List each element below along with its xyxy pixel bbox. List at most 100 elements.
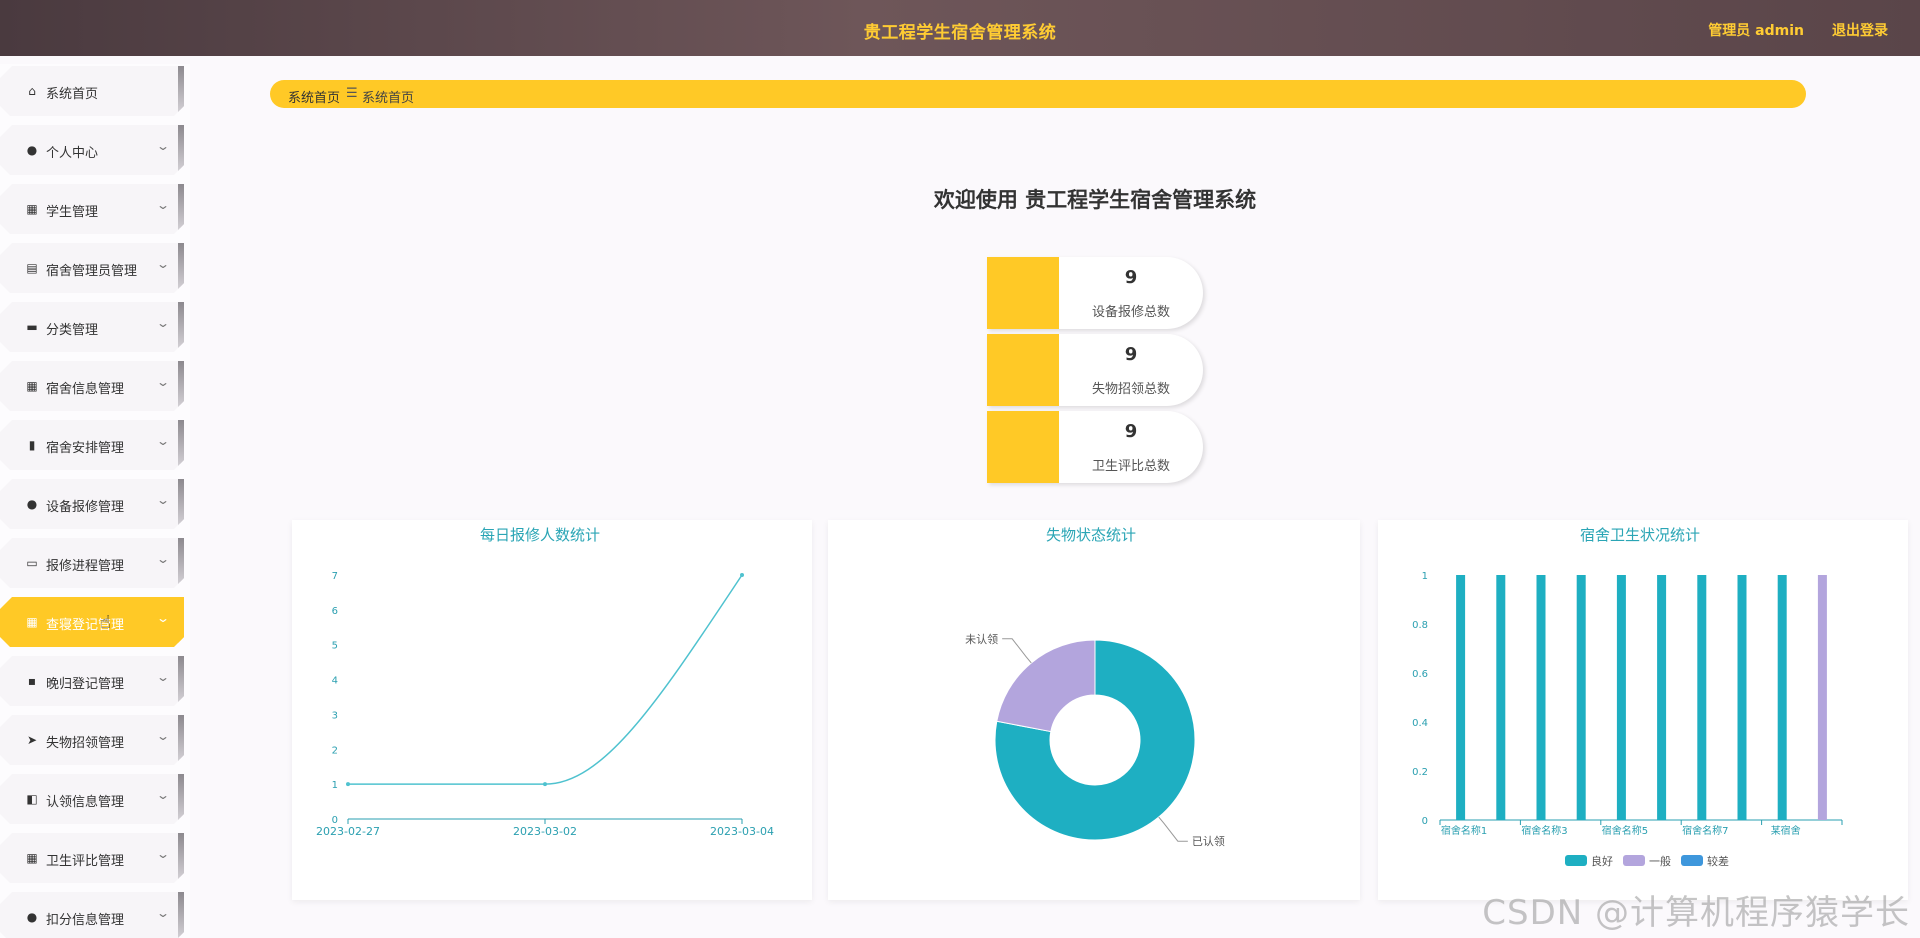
stat-color-block [987, 257, 1059, 329]
sidebar-item-label: 分类管理 [46, 323, 99, 338]
data-point [543, 782, 547, 787]
x-tick-label: 宿舍名称3 [1521, 824, 1567, 837]
chevron-down-icon[interactable]: ⌄ [156, 316, 170, 330]
sidebar-item-label: 宿舍管理员管理 [46, 264, 138, 279]
data-point [346, 782, 350, 787]
bar-良好 [1576, 575, 1586, 820]
bar-良好 [1536, 575, 1546, 820]
watermark: CSDN @计算机程序猿学长 [1482, 893, 1910, 933]
legend-label: 较差 [1707, 854, 1729, 868]
bar-chart: 0 0.2 0.4 0.6 0.8 1 宿舍名称1 宿舍名称3 宿舍名称5 宿舍名称7 某宿舍良好 一… [1412, 571, 1843, 868]
sidebar-item-label: 扣分信息管理 [46, 913, 125, 928]
top-header: 贵工程学生宿舍管理系统 管理员 admin 退出登录 [0, 0, 1920, 56]
sidebar-item-7[interactable]: ● 设备报修管理 ⌄ [0, 479, 184, 529]
y-tick-label: 1 [1422, 571, 1428, 582]
sidebar-item-4[interactable]: ▬ 分类管理 ⌄ [0, 302, 184, 352]
y-tick-label: 7 [332, 571, 338, 582]
chart-title-lost-status: 失物状态统计 [1046, 526, 1137, 544]
sidebar-item-5[interactable]: ▦ 宿舍信息管理 ⌄ [0, 361, 184, 411]
bar-良好 [1657, 575, 1667, 820]
breadcrumb-home-link[interactable]: 系统首页 [288, 87, 340, 106]
sidebar-item-12[interactable]: ◧ 认领信息管理 ⌄ [0, 774, 184, 824]
stat-card-lost-found: 9 失物招领总数 [987, 334, 1203, 406]
user-icon: ● [26, 497, 38, 511]
sidebar-item-1[interactable]: ● 个人中心 ⌄ [0, 125, 184, 175]
y-tick-label: 3 [332, 710, 338, 721]
chevron-down-icon[interactable]: ⌄ [156, 847, 170, 861]
y-tick-label: 6 [332, 606, 338, 617]
sidebar-item-14[interactable]: ● 扣分信息管理 ⌄ [0, 892, 184, 938]
chart-title-daily-repairs: 每日报修人数统计 [480, 526, 601, 544]
chevron-down-icon[interactable]: ⌄ [156, 788, 170, 802]
home-icon: ⌂ [28, 84, 36, 98]
stat-value: 9 [1124, 344, 1138, 365]
sidebar-item-11[interactable]: ➤ 失物招领管理 ⌄ [0, 715, 184, 765]
user-icon: ● [26, 910, 38, 924]
sidebar-item-0[interactable]: ⌂ 系统首页 [0, 66, 184, 116]
sidebar-item-13[interactable]: ▦ 卫生评比管理 ⌄ [0, 833, 184, 883]
y-tick-label: 1 [332, 780, 338, 791]
bar-一般 [1817, 575, 1827, 820]
pie-chart: 已认领 未认领 [965, 633, 1225, 848]
logout-button[interactable]: 退出登录 [1832, 20, 1888, 40]
bar-良好 [1777, 575, 1787, 820]
stat-value: 9 [1124, 267, 1138, 288]
y-tick-label: 0 [1422, 816, 1428, 827]
chevron-down-icon[interactable]: ⌄ [156, 139, 170, 153]
chevron-down-icon[interactable]: ⌄ [156, 729, 170, 743]
y-tick-label: 0.4 [1412, 718, 1428, 729]
sidebar-item-label: 认领信息管理 [46, 795, 125, 810]
legend-label: 一般 [1649, 855, 1671, 868]
send-icon: ➤ [26, 733, 38, 747]
sidebar-item-label: 宿舍安排管理 [46, 441, 125, 456]
stat-card-repairs: 9 设备报修总数 [987, 257, 1203, 329]
legend-swatch [1681, 855, 1703, 866]
sidebar-item-8[interactable]: ▭ 报修进程管理 ⌄ [0, 538, 184, 588]
sidebar-item-9[interactable]: ▦ 查寝登记管理 ⌄ ☝ [0, 597, 184, 647]
chevron-down-icon[interactable]: ⌄ [156, 434, 170, 448]
welcome-heading: 欢迎使用 贵工程学生宿舍管理系统 [933, 188, 1257, 212]
line-chart: 012345672023-02-27 2023-03-02 2023-03-04 [316, 571, 774, 838]
printer-icon: ▭ [26, 556, 38, 570]
grid-icon: ▦ [26, 851, 38, 865]
breadcrumb: 系统首页 ☰ 系统首页 [270, 80, 1806, 108]
sidebar-item-label: 个人中心 [46, 146, 99, 161]
current-user-label[interactable]: 管理员 admin [1708, 20, 1804, 40]
grid-icon: ▦ [26, 615, 38, 629]
chevron-down-icon[interactable]: ⌄ [156, 493, 170, 507]
sidebar-item-6[interactable]: ▮ 宿舍安排管理 ⌄ [0, 420, 184, 470]
chevron-down-icon[interactable]: ⌄ [156, 611, 170, 625]
sidebar-item-10[interactable]: ▪ 晚归登记管理 ⌄ [0, 656, 184, 706]
user-icon: ● [26, 143, 38, 157]
bar-chart-icon: ▮ [28, 438, 36, 452]
chevron-down-icon[interactable]: ⌄ [156, 552, 170, 566]
clipboard-icon: ▤ [26, 261, 38, 275]
chevron-down-icon[interactable]: ⌄ [156, 375, 170, 389]
bar-良好 [1496, 575, 1506, 820]
x-tick-label: 宿舍名称1 [1441, 824, 1487, 837]
pie-label: 已认领 [1192, 835, 1225, 848]
sidebar-item-label: 设备报修管理 [46, 500, 125, 515]
briefcase-icon: ▬ [26, 320, 38, 334]
chevron-down-icon[interactable]: ⌄ [156, 257, 170, 271]
y-tick-label: 0.2 [1412, 767, 1428, 778]
sidebar-item-label: 卫生评比管理 [46, 854, 125, 869]
bar-良好 [1697, 575, 1707, 820]
sidebar-item-3[interactable]: ▤ 宿舍管理员管理 ⌄ [0, 243, 184, 293]
y-tick-label: 5 [332, 641, 338, 652]
sidebar-item-label: 宿舍信息管理 [46, 382, 125, 397]
chart-title-hygiene: 宿舍卫生状况统计 [1580, 526, 1701, 544]
pie-label: 未认领 [965, 633, 998, 646]
wallet-icon: ◧ [26, 792, 38, 806]
data-point [740, 573, 744, 577]
chevron-down-icon[interactable]: ⌄ [156, 670, 170, 684]
y-tick-label: 2 [332, 745, 338, 756]
x-tick-label: 宿舍名称7 [1682, 824, 1728, 837]
legend-label: 良好 [1591, 854, 1613, 868]
stat-value: 9 [1124, 421, 1138, 442]
series-line [348, 574, 743, 785]
breadcrumb-current: 系统首页 [362, 91, 415, 106]
stat-card-hygiene: 9 卫生评比总数 [987, 411, 1203, 483]
x-tick-label: 2023-03-02 [513, 825, 577, 838]
chevron-down-icon[interactable]: ⌄ [156, 906, 170, 920]
